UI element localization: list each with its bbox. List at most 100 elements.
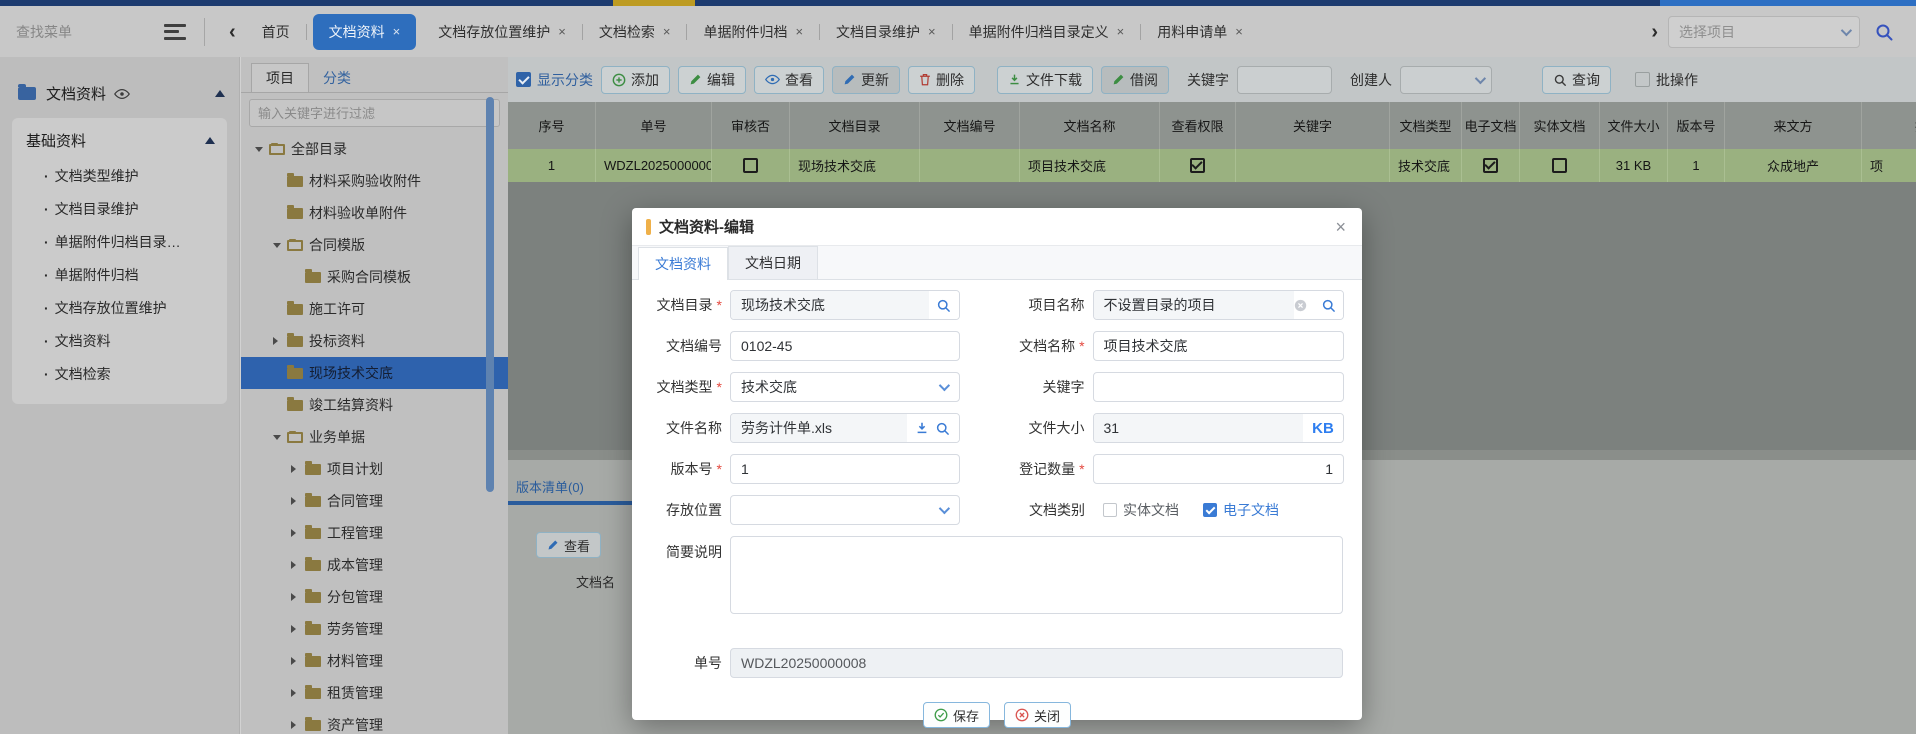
- chevron-right-icon[interactable]: [291, 657, 305, 665]
- close-icon[interactable]: [663, 24, 671, 39]
- tree-node[interactable]: 材料采购验收附件: [241, 165, 508, 197]
- tree-node[interactable]: 资产管理: [241, 709, 508, 734]
- creator-select[interactable]: [1400, 66, 1492, 94]
- close-icon[interactable]: [1335, 218, 1346, 236]
- chevron-right-icon[interactable]: [291, 625, 305, 633]
- column-header[interactable]: 文档编号: [920, 102, 1020, 149]
- chevron-right-icon[interactable]: [291, 465, 305, 473]
- table-row[interactable]: 1 WDZL20250000008 现场技术交底 项目技术交底 技术交底 31 …: [508, 149, 1916, 182]
- project-select[interactable]: 选择项目: [1668, 16, 1860, 48]
- close-icon[interactable]: [795, 24, 803, 39]
- search-icon[interactable]: [1874, 22, 1894, 42]
- checkbox-unchecked-icon[interactable]: [1635, 72, 1650, 87]
- chevron-right-icon[interactable]: [291, 593, 305, 601]
- tree-filter-input[interactable]: [249, 99, 500, 127]
- physical-doc-checkbox[interactable]: 实体文档: [1103, 500, 1179, 520]
- borrow-button[interactable]: 借阅: [1101, 66, 1169, 94]
- tab-material-request[interactable]: 用料申请单: [1141, 6, 1259, 57]
- close-icon[interactable]: [928, 24, 936, 39]
- chevron-down-icon[interactable]: [273, 435, 287, 440]
- tree-node[interactable]: 施工许可: [241, 293, 508, 325]
- sidebar-item-document-search[interactable]: 文档检索: [26, 357, 215, 390]
- summary-textarea[interactable]: [730, 536, 1343, 614]
- search-icon[interactable]: [935, 421, 950, 436]
- menu-search-input[interactable]: [16, 24, 146, 40]
- tree-node[interactable]: 工程管理: [241, 517, 508, 549]
- column-header[interactable]: 序号: [508, 102, 596, 149]
- file-name-input[interactable]: 劳务计件单.xls: [730, 413, 960, 443]
- tree-node[interactable]: 投标资料: [241, 325, 508, 357]
- tree-node[interactable]: 采购合同模板: [241, 261, 508, 293]
- sidebar-root-document-data[interactable]: 文档资料: [18, 83, 225, 104]
- close-icon[interactable]: [1235, 24, 1243, 39]
- view-button[interactable]: 查看: [754, 66, 824, 94]
- column-header[interactable]: 审核否: [712, 102, 790, 149]
- close-button[interactable]: 关闭: [1004, 702, 1071, 728]
- batch-operation-checkbox[interactable]: 批操作: [1635, 70, 1698, 90]
- column-header[interactable]: 接: [1862, 102, 1916, 149]
- column-header[interactable]: 文档目录: [790, 102, 920, 149]
- chevron-down-icon[interactable]: [255, 147, 269, 152]
- tree-node[interactable]: 租赁管理: [241, 677, 508, 709]
- tree-node[interactable]: 全部目录: [241, 133, 508, 165]
- close-icon[interactable]: [393, 24, 401, 39]
- column-header[interactable]: 文档名称: [1020, 102, 1160, 149]
- tab-category[interactable]: 分类: [309, 64, 365, 92]
- show-category-checkbox[interactable]: 显示分类: [516, 70, 593, 90]
- column-header[interactable]: 文档类型: [1390, 102, 1462, 149]
- query-button[interactable]: 查询: [1542, 66, 1611, 94]
- chevron-right-icon[interactable]: [291, 561, 305, 569]
- doc-directory-input[interactable]: 现场技术交底: [730, 290, 960, 320]
- checkbox-checked-icon[interactable]: [1190, 158, 1205, 173]
- delete-button[interactable]: 删除: [908, 66, 975, 94]
- checkbox-checked-icon[interactable]: [1203, 503, 1217, 517]
- sidebar-item-document-data[interactable]: 文档资料: [26, 324, 215, 357]
- column-header[interactable]: 查看权限: [1160, 102, 1236, 149]
- close-icon[interactable]: [558, 24, 566, 39]
- doc-code-input[interactable]: [730, 331, 960, 361]
- tab-document-date[interactable]: 文档日期: [728, 246, 818, 279]
- detail-view-button[interactable]: 查看: [536, 532, 601, 558]
- sidebar-item-storage-location-maintain[interactable]: 文档存放位置维护: [26, 291, 215, 324]
- tab-storage-location[interactable]: 文档存放位置维护: [422, 6, 582, 57]
- tab-directory-maintain[interactable]: 文档目录维护: [820, 6, 952, 57]
- tree-node[interactable]: 合同模版: [241, 229, 508, 261]
- column-header[interactable]: 来文方: [1725, 102, 1862, 149]
- sidebar-item-doc-directory-maintain[interactable]: 文档目录维护: [26, 192, 215, 225]
- sidebar-item-archive-directory[interactable]: 单据附件归档目录…: [26, 225, 215, 258]
- tree-node-selected[interactable]: 现场技术交底: [241, 357, 508, 389]
- doc-name-input[interactable]: [1093, 331, 1344, 361]
- tree-node[interactable]: 材料验收单附件: [241, 197, 508, 229]
- column-header[interactable]: 关键字: [1236, 102, 1390, 149]
- column-header[interactable]: 实体文档: [1520, 102, 1600, 149]
- collapse-menu-icon[interactable]: [164, 24, 186, 40]
- search-icon[interactable]: [1313, 291, 1343, 319]
- sidebar-item-doc-type-maintain[interactable]: 文档类型维护: [26, 159, 215, 192]
- tree-node[interactable]: 材料管理: [241, 645, 508, 677]
- column-header[interactable]: 单号: [596, 102, 712, 149]
- checkbox-unchecked-icon[interactable]: [1552, 158, 1567, 173]
- tree-node[interactable]: 劳务管理: [241, 613, 508, 645]
- electronic-doc-checkbox[interactable]: 电子文档: [1203, 500, 1279, 520]
- tab-archive-directory-define[interactable]: 单据附件归档目录定义: [953, 6, 1141, 57]
- eye-icon[interactable]: [114, 88, 130, 100]
- tab-document-search[interactable]: 文档检索: [583, 6, 687, 57]
- checkbox-checked-icon[interactable]: [516, 72, 531, 87]
- checkbox-checked-icon[interactable]: [1483, 158, 1498, 173]
- column-header[interactable]: 文件大小: [1600, 102, 1668, 149]
- chevron-right-icon[interactable]: [291, 497, 305, 505]
- search-icon[interactable]: [929, 291, 959, 319]
- close-icon[interactable]: [1117, 24, 1125, 39]
- tabs-scroll-left-icon[interactable]: ‹: [219, 22, 246, 42]
- add-button[interactable]: 添加: [601, 66, 670, 94]
- tabs-scroll-right-icon[interactable]: ›: [1641, 22, 1668, 42]
- checkbox-unchecked-icon[interactable]: [743, 158, 758, 173]
- save-button[interactable]: 保存: [923, 702, 990, 728]
- storage-location-select[interactable]: [730, 495, 960, 525]
- project-name-input[interactable]: 不设置目录的项目: [1093, 290, 1344, 320]
- collapse-arrow-icon[interactable]: [205, 137, 215, 144]
- clear-icon[interactable]: [1294, 299, 1307, 312]
- tree-node[interactable]: 项目计划: [241, 453, 508, 485]
- sidebar-group-basic-data[interactable]: 基础资料: [26, 130, 215, 151]
- column-header[interactable]: 版本号: [1668, 102, 1725, 149]
